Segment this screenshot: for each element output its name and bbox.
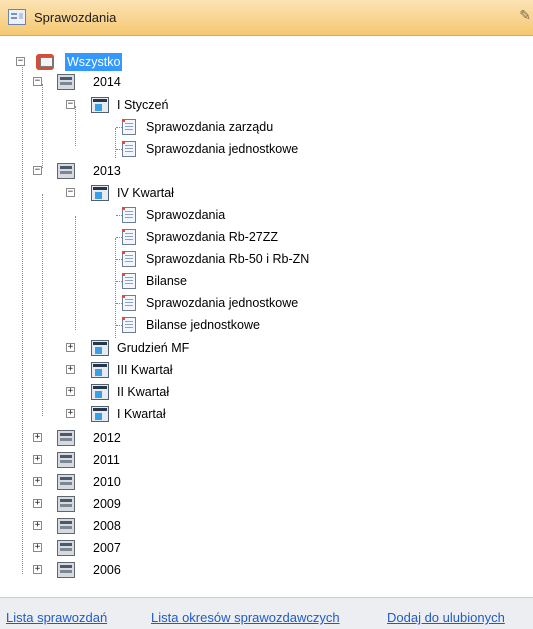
tree-node-label: 2009 xyxy=(93,497,121,511)
expand-toggle[interactable]: + xyxy=(33,477,42,486)
tree-node-label: 2013 xyxy=(93,164,121,178)
tree-connector xyxy=(42,84,43,168)
report-document-icon xyxy=(122,251,136,267)
collapse-toggle[interactable]: − xyxy=(33,166,42,175)
report-document-icon xyxy=(122,295,136,311)
tree-node-label: 2012 xyxy=(93,431,121,445)
tree-node-label: Sprawozdania jednostkowe xyxy=(146,142,299,156)
report-document-icon xyxy=(122,273,136,289)
collapse-toggle[interactable]: − xyxy=(16,57,25,66)
reports-root-icon xyxy=(36,54,54,70)
tree-connector xyxy=(42,194,43,416)
panel-footer: Lista sprawozdań Lista okresów sprawozda… xyxy=(0,597,533,629)
expand-toggle[interactable]: + xyxy=(33,455,42,464)
year-folder-icon xyxy=(57,452,75,468)
tree-node-label: III Kwartał xyxy=(117,363,173,377)
reports-list-link[interactable]: Lista sprawozdań xyxy=(6,610,107,625)
expand-toggle[interactable]: + xyxy=(66,365,75,374)
period-icon xyxy=(91,185,109,201)
report-document-icon xyxy=(122,119,136,135)
expand-toggle[interactable]: + xyxy=(33,565,42,574)
collapse-toggle[interactable]: − xyxy=(33,77,42,86)
year-folder-icon xyxy=(57,518,75,534)
reports-panel: Sprawozdania ✎ − Wszystko − 2014 − I Sty… xyxy=(0,0,533,629)
collapse-toggle[interactable]: − xyxy=(66,188,75,197)
tree-node-label: Sprawozdania xyxy=(146,208,226,222)
tree-connector xyxy=(22,62,23,574)
tree-connector xyxy=(75,216,76,330)
pin-icon[interactable]: ✎ xyxy=(519,7,531,24)
period-icon xyxy=(91,362,109,378)
tree-node-label: Sprawozdania zarządu xyxy=(146,120,274,134)
expand-toggle[interactable]: + xyxy=(33,433,42,442)
period-icon xyxy=(91,384,109,400)
report-document-icon xyxy=(122,229,136,245)
year-folder-icon xyxy=(57,540,75,556)
tree-node-label: 2008 xyxy=(93,519,121,533)
tree-node-label: Sprawozdania Rb-50 i Rb-ZN xyxy=(146,252,310,266)
panel-icon xyxy=(8,9,26,25)
tree-node-label: 2006 xyxy=(93,563,121,577)
reporting-periods-link[interactable]: Lista okresów sprawozdawczych xyxy=(151,610,340,625)
reports-tree: − Wszystko − 2014 − I Styczeń Sprawozdan… xyxy=(0,37,533,607)
year-folder-icon xyxy=(57,163,75,179)
year-folder-icon xyxy=(57,562,75,578)
tree-node-label: 2007 xyxy=(93,541,121,555)
expand-toggle[interactable]: + xyxy=(33,499,42,508)
period-icon xyxy=(91,406,109,422)
tree-node-label: 2010 xyxy=(93,475,121,489)
tree-node-label: Bilanse xyxy=(146,274,187,288)
period-icon xyxy=(91,340,109,356)
tree-node-label: 2011 xyxy=(93,453,120,467)
tree-node-label: 2014 xyxy=(93,75,121,89)
tree-node-label: Grudzień MF xyxy=(117,341,190,355)
tree-node-label: Sprawozdania jednostkowe xyxy=(146,296,299,310)
report-document-icon xyxy=(122,207,136,223)
year-folder-icon xyxy=(57,430,75,446)
add-to-favorites-link[interactable]: Dodaj do ulubionych xyxy=(387,610,505,625)
tree-node-label: I Kwartał xyxy=(117,407,166,421)
tree-connector xyxy=(115,128,116,158)
tree-node-label: IV Kwartał xyxy=(117,186,174,200)
report-document-icon xyxy=(122,317,136,333)
collapse-toggle[interactable]: − xyxy=(66,100,75,109)
report-document-icon xyxy=(122,141,136,157)
tree-connector xyxy=(75,106,76,146)
year-folder-icon xyxy=(57,74,75,90)
tree-node-label: Sprawozdania Rb-27ZZ xyxy=(146,230,279,244)
tree-node-label: I Styczeń xyxy=(117,98,169,112)
panel-title: Sprawozdania xyxy=(34,10,117,25)
tree-node-label: II Kwartał xyxy=(117,385,170,399)
panel-header: Sprawozdania ✎ xyxy=(0,0,533,36)
expand-toggle[interactable]: + xyxy=(66,387,75,396)
expand-toggle[interactable]: + xyxy=(33,521,42,530)
tree-node-label: Bilanse jednostkowe xyxy=(146,318,260,332)
year-folder-icon xyxy=(57,496,75,512)
year-folder-icon xyxy=(57,474,75,490)
expand-toggle[interactable]: + xyxy=(66,409,75,418)
tree-connector xyxy=(115,238,116,338)
tree-node-label: Wszystko xyxy=(65,53,123,71)
expand-toggle[interactable]: + xyxy=(33,543,42,552)
period-icon xyxy=(91,97,109,113)
expand-toggle[interactable]: + xyxy=(66,343,75,352)
